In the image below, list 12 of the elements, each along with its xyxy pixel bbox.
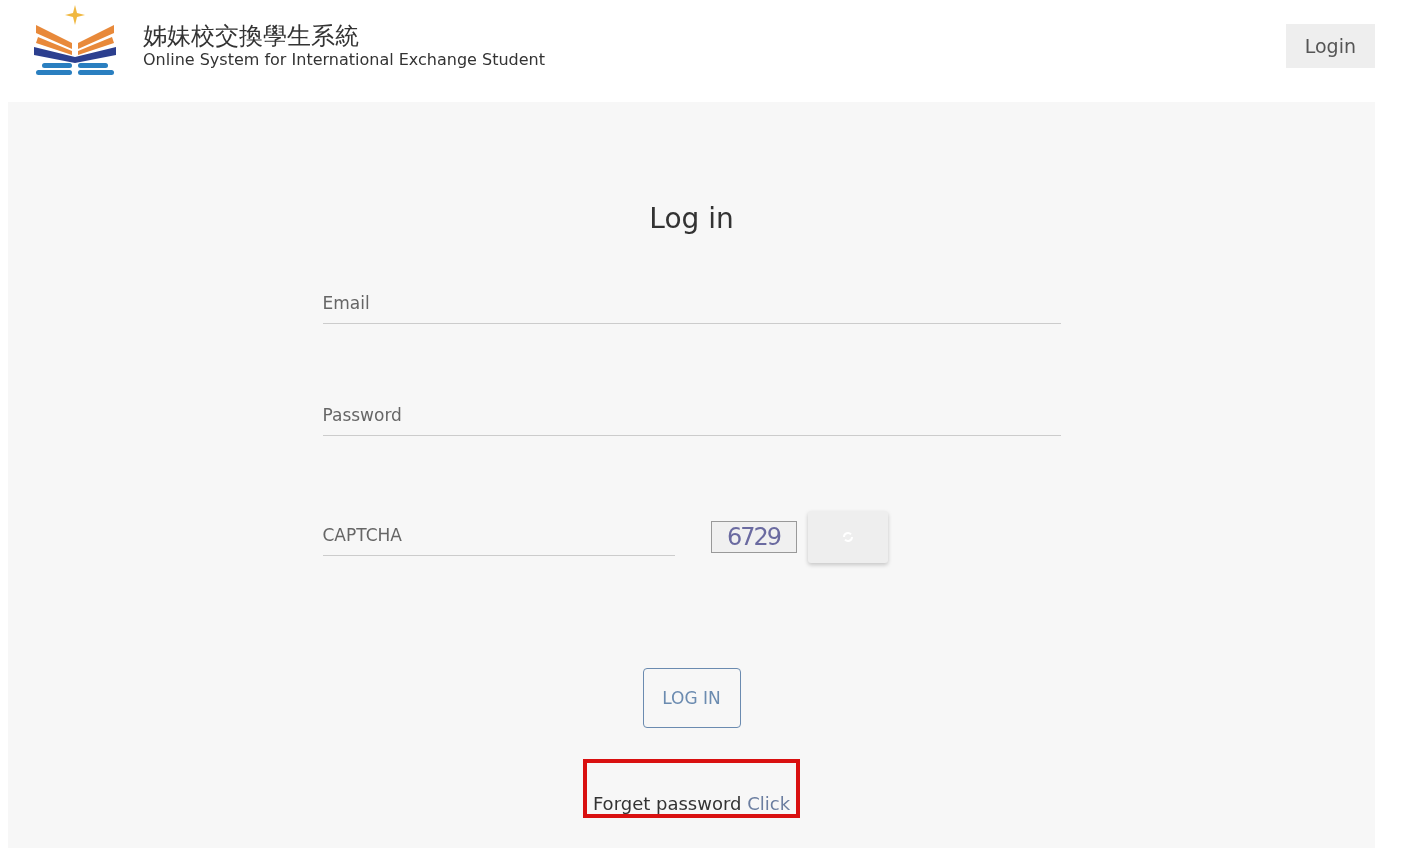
site-subtitle: Online System for International Exchange Student [143, 49, 545, 69]
email-field[interactable]: Email [322, 287, 1061, 324]
page-title: Log in [649, 202, 734, 235]
password-field[interactable]: Password [322, 399, 1061, 436]
login-button[interactable]: Login [1285, 24, 1375, 68]
site-title: 姊妹校交換學生系統 [143, 21, 360, 50]
login-submit-button[interactable]: LOG IN [642, 668, 741, 728]
captcha-image: 6729 [710, 521, 797, 553]
refresh-button[interactable] [807, 511, 888, 563]
forgot-password-text: Forget password [592, 793, 742, 814]
captcha-field[interactable]: CAPTCHA [322, 518, 675, 556]
forgot-password-link[interactable]: Click [747, 793, 791, 814]
